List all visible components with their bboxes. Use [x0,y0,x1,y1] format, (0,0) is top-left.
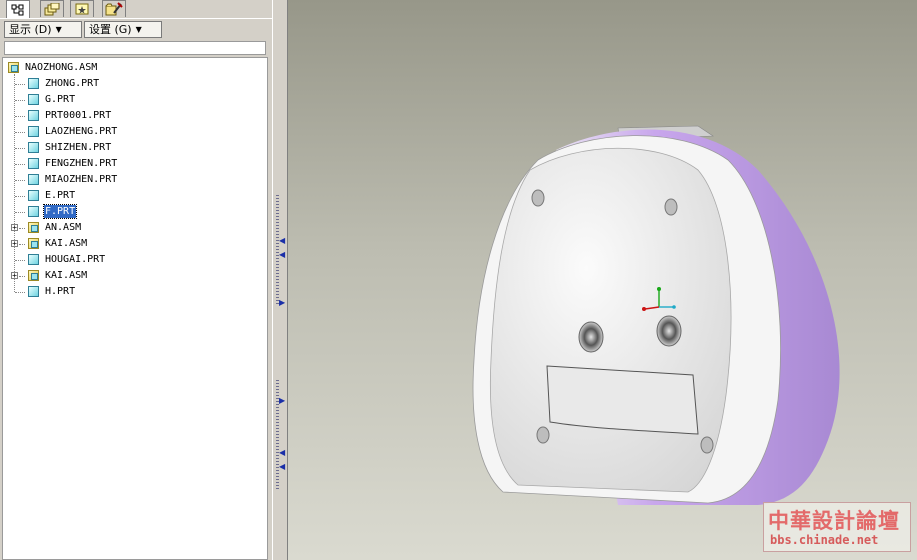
tree-item[interactable]: SHIZHEN.PRT [3,140,263,156]
part-icon [28,126,39,137]
tree-item[interactable]: PRT0001.PRT [3,108,263,124]
tree-item-label: E.PRT [45,190,76,201]
expand-icon[interactable]: + [11,224,18,232]
expand-arrow-icon[interactable]: ▶ [279,298,285,307]
tree-item-selected[interactable]: F.PRT [3,204,263,220]
tree-item-label: ZHONG.PRT [45,78,100,89]
layers-icon [44,2,60,15]
screw-hole-bottom-left [536,426,550,444]
tree-item-label: PRT0001.PRT [45,110,112,121]
dropdown-arrow-icon: ▼ [135,25,142,34]
clock-model[interactable] [288,0,917,560]
tab-favorites[interactable] [70,0,94,17]
show-menu-button[interactable]: 显示 (D) ▼ [4,21,82,38]
part-icon [28,142,39,153]
part-icon [28,110,39,121]
tree-header-strip [4,41,266,55]
part-icon [28,78,39,89]
part-icon [28,286,39,297]
tab-layers[interactable] [40,0,64,17]
knob-hole-right [656,315,682,347]
watermark-title: 中華設計論壇 [768,508,900,533]
screw-hole-bottom-right [700,436,714,454]
tree-item[interactable]: E.PRT [3,188,263,204]
part-icon [28,158,39,169]
collapse-arrow-icon[interactable]: ◀ [279,236,285,245]
tree-item[interactable]: + KAI.ASM [3,236,263,252]
tree-item[interactable]: HOUGAI.PRT [3,252,263,268]
expand-icon[interactable]: + [11,240,18,248]
tree-item-label: AN.ASM [45,222,82,233]
screw-hole-top-left [531,189,545,207]
tree-toolbar: 显示 (D) ▼ 设置 (G) ▼ [0,18,272,41]
tab-model-tree[interactable] [6,0,30,18]
tree-item[interactable]: LAOZHENG.PRT [3,124,263,140]
collapse-arrow-icon[interactable]: ◀ [279,462,285,471]
tree-item-label: LAOZHENG.PRT [45,126,118,137]
navigator-tabs [0,0,272,18]
settings-menu-button[interactable]: 设置 (G) ▼ [84,21,162,38]
watermark-url: bbs.chinade.net [770,533,879,547]
model-tree-icon [11,4,24,15]
tree-item-label: HOUGAI.PRT [45,254,106,265]
collapse-arrow-icon[interactable]: ◀ [279,250,285,259]
show-menu-label: 显示 (D) [9,23,52,36]
assembly-icon [28,270,39,281]
part-icon [28,254,39,265]
tree-item-label: F.PRT [42,204,78,219]
tree-item-label: MIAOZHEN.PRT [45,174,118,185]
collapse-arrow-icon[interactable]: ◀ [279,448,285,457]
tree-item[interactable]: FENGZHEN.PRT [3,156,263,172]
expand-icon[interactable]: + [11,272,18,280]
assembly-icon [28,222,39,233]
model-tree[interactable]: NAOZHONG.ASM ZHONG.PRT G.PRT PRT0001.PRT… [2,57,268,560]
tree-item[interactable]: + AN.ASM [3,220,263,236]
assembly-icon [28,238,39,249]
knob-hole-left [578,321,604,353]
tree-item[interactable]: + KAI.ASM [3,268,263,284]
tree-item[interactable]: MIAOZHEN.PRT [3,172,263,188]
tree-item-label: H.PRT [45,286,76,297]
tree-item[interactable]: H.PRT [3,284,263,300]
dropdown-arrow-icon: ▼ [55,25,62,34]
clock-back-face [489,147,732,493]
navigator-panel: 显示 (D) ▼ 设置 (G) ▼ NAOZHONG.ASM ZHONG.PRT… [0,0,272,560]
tree-item-label: NAOZHONG.ASM [25,62,98,73]
tree-item[interactable]: ZHONG.PRT [3,76,263,92]
tree-root[interactable]: NAOZHONG.ASM [3,60,263,76]
part-icon [28,206,39,217]
battery-cover [546,365,699,435]
tree-item-label: KAI.ASM [45,270,88,281]
tree-item-label: SHIZHEN.PRT [45,142,112,153]
part-icon [28,174,39,185]
assembly-icon [8,62,19,73]
tab-folder-browser[interactable] [102,0,126,17]
tree-item-label: G.PRT [45,94,76,105]
favorites-icon [75,3,89,15]
watermark: 中華設計論壇 bbs.chinade.net [763,502,911,552]
folder-browser-icon [105,2,123,16]
expand-arrow-icon[interactable]: ▶ [279,396,285,405]
settings-menu-label: 设置 (G) [89,23,132,36]
part-icon [28,190,39,201]
tree-item-label: KAI.ASM [45,238,88,249]
graphics-viewport[interactable]: 中華設計論壇 bbs.chinade.net [288,0,917,560]
panel-splitter[interactable]: ◀ ◀ ▶ ▶ ◀ ◀ [272,0,288,560]
screw-hole-top-right [664,198,678,216]
tree-item[interactable]: G.PRT [3,92,263,108]
tree-item-label: FENGZHEN.PRT [45,158,118,169]
part-icon [28,94,39,105]
